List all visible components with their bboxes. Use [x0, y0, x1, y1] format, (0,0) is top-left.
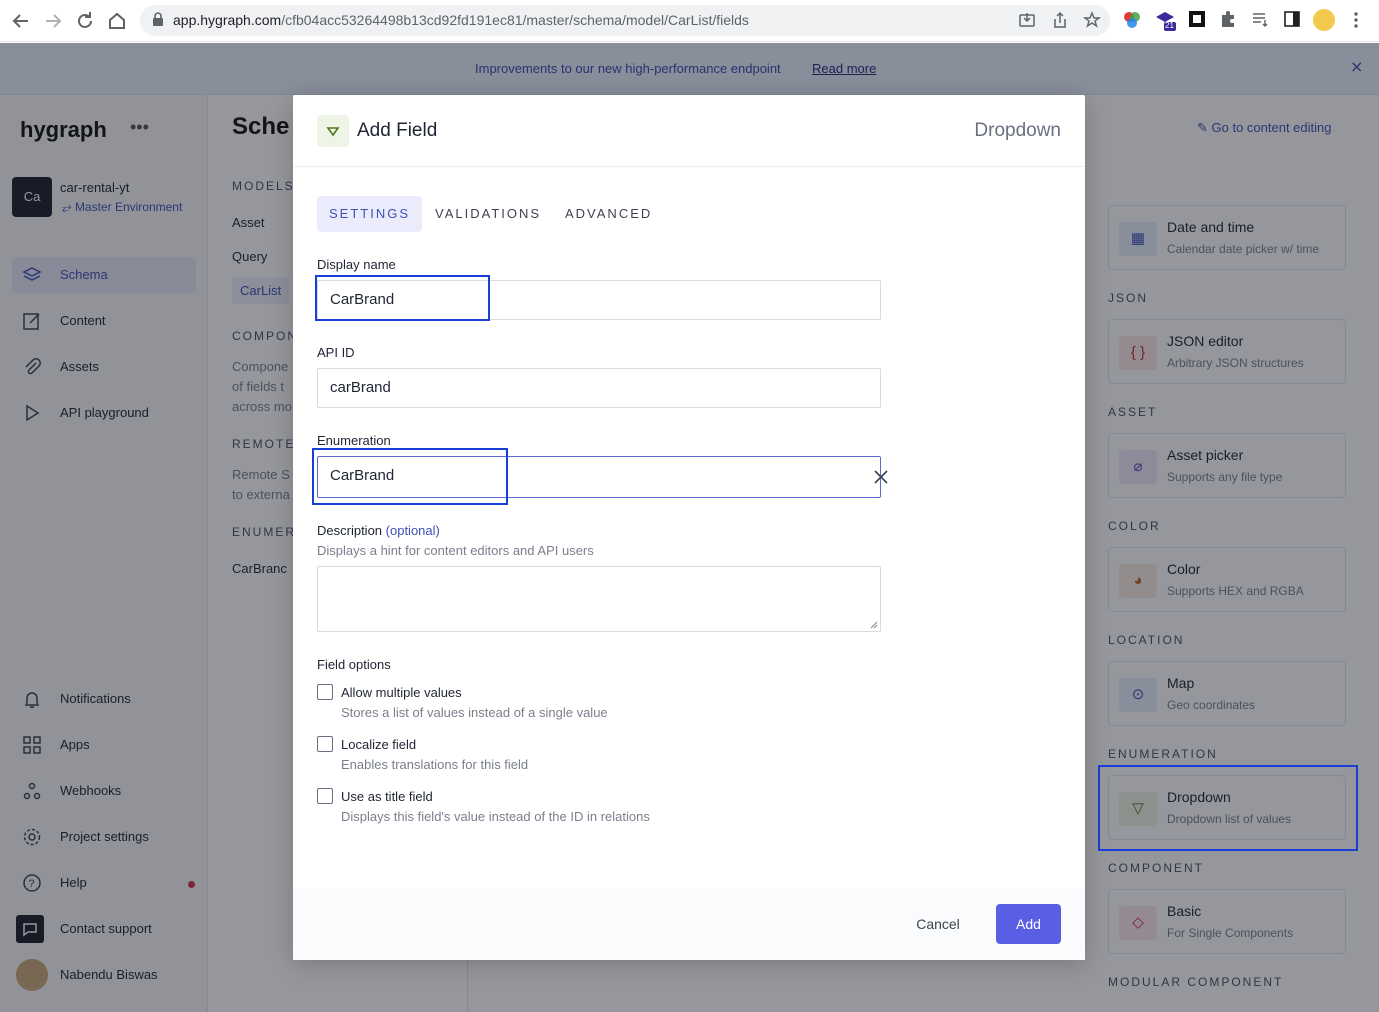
resize-handle-icon[interactable]: [870, 621, 878, 629]
dialog-header: Add Field Dropdown: [293, 95, 1085, 167]
back-icon[interactable]: [9, 9, 33, 33]
lock-icon: [153, 12, 163, 26]
reading-list-icon[interactable]: [1251, 10, 1271, 30]
field-options-label: Field options: [317, 657, 391, 672]
highlight-box: [312, 448, 508, 505]
checkbox-label: Localize field: [341, 737, 417, 752]
tab-settings[interactable]: SETTINGS: [317, 196, 423, 232]
tab-validations[interactable]: VALIDATIONS: [423, 196, 553, 232]
tab-advanced[interactable]: ADVANCED: [553, 196, 664, 232]
extension-badge: 21: [1165, 21, 1174, 30]
highlight-box: [1098, 765, 1358, 851]
profile-avatar[interactable]: [1313, 9, 1335, 31]
graduation-extension-icon[interactable]: 21: [1155, 10, 1176, 31]
puzzle-icon[interactable]: [1219, 10, 1239, 30]
reload-icon[interactable]: [73, 9, 97, 33]
dialog-title: Add Field: [357, 120, 438, 141]
checkbox-hint: Stores a list of values instead of a sin…: [341, 705, 608, 720]
allow-multiple-checkbox[interactable]: [317, 684, 333, 700]
field-type-label: Dropdown: [974, 120, 1061, 141]
api-id-label: API ID: [317, 345, 355, 360]
cancel-button[interactable]: Cancel: [905, 908, 971, 940]
enumeration-label: Enumeration: [317, 433, 391, 448]
url-text: app.hygraph.com/cfb04acc53264498b13cd92f…: [173, 12, 749, 28]
description-hint: Displays a hint for content editors and …: [317, 543, 594, 558]
add-button[interactable]: Add: [996, 904, 1061, 944]
clear-icon[interactable]: [872, 468, 890, 486]
dialog-footer: Cancel Add: [293, 888, 1085, 960]
checkbox-hint: Displays this field's value instead of t…: [341, 809, 650, 824]
side-panel-icon[interactable]: [1283, 10, 1303, 30]
checkbox-label: Allow multiple values: [341, 685, 462, 700]
description-label: Description (optional): [317, 523, 440, 538]
description-textarea[interactable]: [317, 566, 881, 632]
checkbox-label: Use as title field: [341, 789, 433, 804]
share-icon[interactable]: [1051, 11, 1069, 29]
localize-field-checkbox[interactable]: [317, 736, 333, 752]
highlight-box: [315, 275, 490, 321]
title-field-checkbox[interactable]: [317, 788, 333, 804]
home-icon[interactable]: [105, 9, 129, 33]
api-id-input[interactable]: carBrand: [317, 368, 881, 408]
address-bar[interactable]: app.hygraph.com/cfb04acc53264498b13cd92f…: [140, 5, 1110, 36]
dropdown-triangle-icon: [317, 115, 349, 147]
square-extension-icon[interactable]: [1188, 10, 1208, 30]
forward-icon[interactable]: [41, 9, 65, 33]
add-field-dialog: Add Field Dropdown SETTINGS VALIDATIONS …: [293, 95, 1085, 960]
more-vert-icon[interactable]: [1350, 10, 1370, 30]
install-icon[interactable]: [1018, 11, 1036, 29]
checkbox-hint: Enables translations for this field: [341, 757, 529, 772]
display-name-label: Display name: [317, 257, 396, 272]
bookmark-star-icon[interactable]: [1083, 11, 1101, 29]
browser-toolbar: app.hygraph.com/cfb04acc53264498b13cd92f…: [0, 0, 1379, 42]
color-extension-icon[interactable]: [1122, 10, 1142, 30]
